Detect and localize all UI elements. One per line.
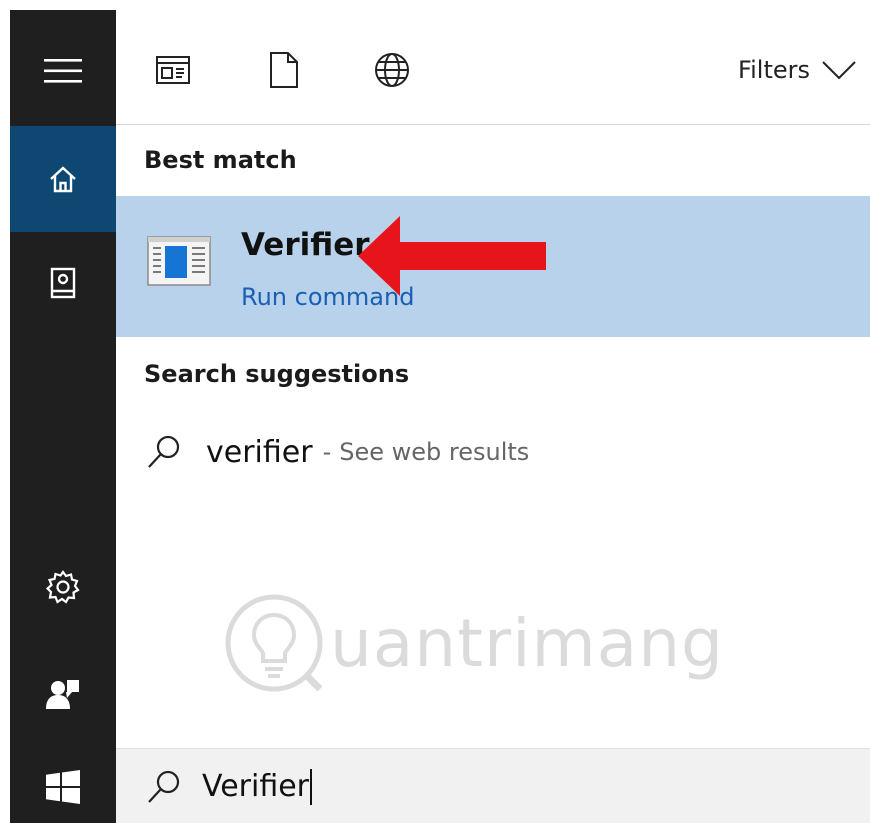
settings-gear-icon — [46, 570, 80, 604]
apps-icon — [156, 56, 190, 84]
verifier-app-icon — [147, 236, 211, 286]
home-button[interactable] — [10, 126, 116, 232]
notebook-button[interactable] — [10, 240, 116, 326]
filters-label: Filters — [738, 56, 810, 84]
red-arrow-annotation — [358, 216, 546, 296]
watermark-logo: uantrimang — [222, 588, 742, 698]
filters-dropdown[interactable]: Filters — [738, 50, 856, 90]
document-icon — [270, 52, 298, 88]
search-icon — [146, 434, 182, 470]
search-box-icon — [146, 769, 182, 805]
best-match-result[interactable]: Verifier Run command — [116, 196, 870, 337]
settings-button[interactable] — [10, 544, 116, 630]
suggestion-term: verifier — [206, 434, 313, 470]
suggestion-item[interactable]: verifier - See web results — [116, 422, 870, 482]
hamburger-menu-icon — [44, 59, 82, 83]
chevron-down-icon — [822, 61, 856, 80]
web-globe-icon — [375, 53, 409, 87]
menu-button[interactable] — [10, 28, 116, 114]
start-button[interactable] — [10, 750, 116, 823]
text-caret — [310, 768, 313, 805]
search-suggestions-heading: Search suggestions — [144, 360, 410, 388]
search-input-text: Verifier — [202, 769, 310, 804]
web-filter-button[interactable] — [372, 50, 412, 90]
suggestion-separator: - — [322, 438, 332, 466]
apps-filter-button[interactable] — [153, 50, 193, 90]
best-match-heading: Best match — [144, 146, 297, 174]
account-icon — [46, 680, 79, 709]
search-bar[interactable]: Verifier — [116, 748, 870, 823]
suggestion-hint: See web results — [339, 438, 530, 466]
search-header: Filters — [116, 10, 870, 125]
account-button[interactable] — [10, 650, 116, 736]
best-match-app-name: Verifier — [241, 227, 370, 263]
search-input[interactable]: Verifier — [202, 768, 313, 805]
lightbulb-icon — [225, 594, 323, 692]
home-icon — [50, 166, 76, 193]
windows-start-icon — [46, 769, 80, 804]
notebook-icon — [50, 267, 76, 299]
search-panel: Filters Best match Verifier Run command — [10, 10, 870, 823]
left-rail — [10, 10, 116, 823]
documents-filter-button[interactable] — [264, 50, 304, 90]
